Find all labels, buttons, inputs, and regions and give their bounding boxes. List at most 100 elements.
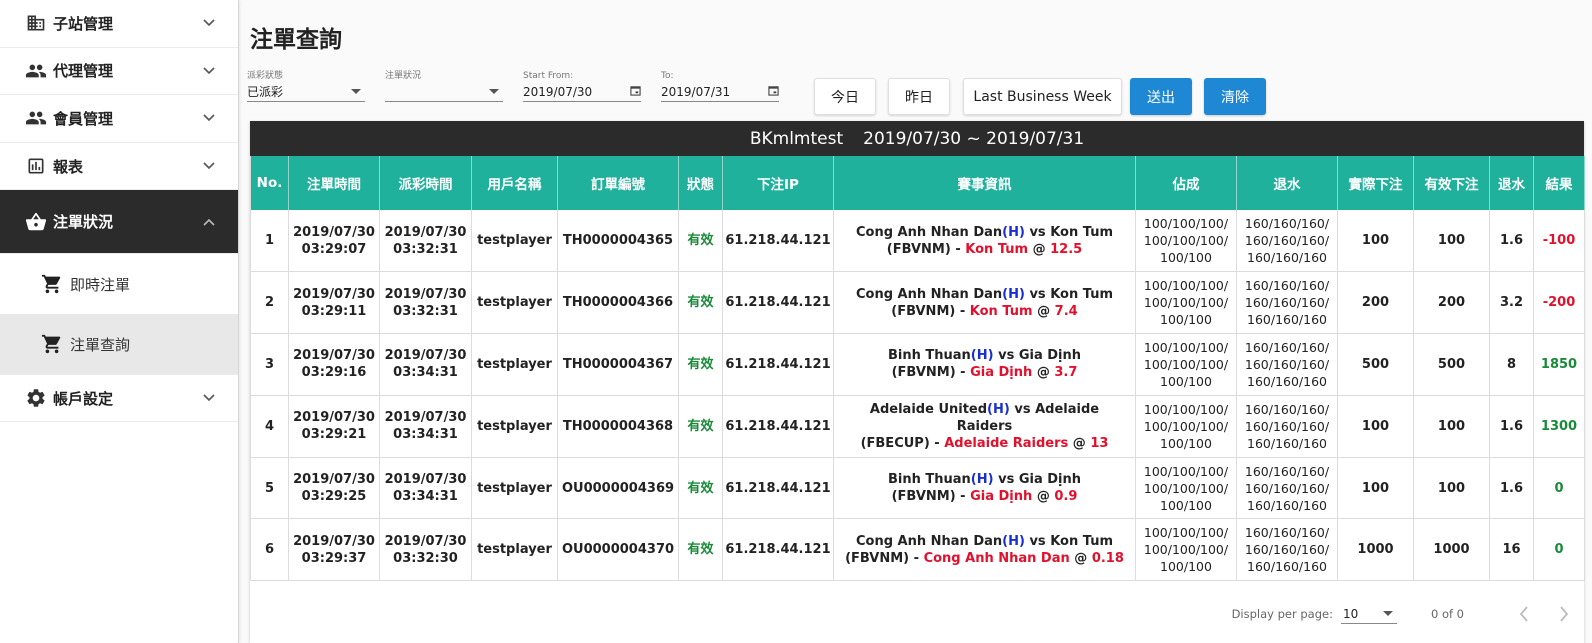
chevron-down-icon (202, 391, 216, 405)
cell-ip: 61.218.44.121 (722, 395, 834, 458)
field-label: 派彩狀態 (247, 71, 284, 81)
date-value: 2019/07/30 (523, 84, 593, 99)
prev-page-button[interactable] (1504, 606, 1544, 622)
sidebar-item-bet-query[interactable]: 注單查詢 (0, 314, 238, 375)
payout-date: 2019/07/30 (384, 348, 467, 364)
sidebar-item-reports[interactable]: 報表 (0, 143, 238, 191)
cell-bet-time: 2019/07/30 03:29:21 (288, 395, 380, 458)
table-row[interactable]: 1 2019/07/30 03:29:07 2019/07/30 03:32:31 tes… (250, 210, 1585, 273)
sidebar-item-substation[interactable]: 子站管理 (0, 0, 238, 48)
share-line: 100/100 (1160, 497, 1212, 513)
payout-time: 03:32:30 (393, 550, 458, 566)
cell-rebate-amount: 16 (1489, 518, 1534, 582)
bet-time: 03:29:07 (301, 241, 367, 257)
sidebar-item-live-bets[interactable]: 即時注單 (0, 254, 238, 314)
yesterday-button[interactable]: 昨日 (888, 78, 950, 115)
table-header-row: No. 注單時間 派彩時間 用戶名稱 訂單編號 狀態 下注IP 賽事資訊 佔成 退水 實際下注 有效下… (250, 156, 1585, 210)
per-page-select[interactable]: 10 (1340, 604, 1397, 624)
rebate-line: 160/160/160 (1247, 373, 1327, 389)
field-label: To: (661, 71, 674, 81)
share-line: 100/100/100/ (1143, 401, 1229, 417)
pick: Cong Anh Nhan Dan (923, 550, 1070, 566)
cell-no: 6 (250, 518, 289, 582)
last-business-week-button[interactable]: Last Business Week (963, 78, 1122, 115)
payout-status-select[interactable]: 派彩狀態 已派彩 (247, 70, 365, 102)
home-marker: (H) (970, 472, 994, 488)
payout-date: 2019/07/30 (384, 224, 467, 240)
calendar-icon[interactable] (630, 82, 641, 102)
cell-event-info: Cong Anh Nhan Dan(H) vs Kon Tum (FBVNM) -… (833, 271, 1136, 335)
bet-status-select[interactable]: 注單狀況 (385, 70, 503, 102)
sidebar-item-bet-status[interactable]: 注單狀況 (0, 190, 238, 255)
league: (FBVNM) - (886, 241, 961, 257)
bet-time: 03:29:25 (301, 489, 367, 505)
cell-bet-time: 2019/07/30 03:29:37 (288, 518, 380, 582)
cell-bet-time: 2019/07/30 03:29:07 (288, 210, 380, 273)
report-header: BKmlmtest 2019/07/30 ~ 2019/07/31 (250, 121, 1584, 156)
payout-date: 2019/07/30 (384, 286, 467, 302)
event-line-2: (FBVNM) - Gia Dịnh @ 0.9 (840, 488, 1129, 505)
league: (FBECUP) - (860, 435, 940, 451)
cell-rebate-rate: 160/160/160/160/160/160/160/160/160 (1236, 457, 1338, 520)
chevron-down-icon (202, 64, 216, 78)
cell-status: 有效 (678, 457, 723, 520)
event-line-1: Binh Thuan(H) vs Gia Dịnh (840, 347, 1129, 364)
sidebar-item-members[interactable]: 會員管理 (0, 95, 238, 143)
per-page-label: Display per page: (1231, 607, 1333, 621)
column-header: 有效下注 (1413, 156, 1490, 210)
people-icon (25, 60, 47, 82)
cell-ip: 61.218.44.121 (722, 210, 834, 273)
calendar-icon[interactable] (768, 82, 779, 102)
gear-icon (25, 387, 47, 409)
payout-date: 2019/07/30 (384, 472, 467, 488)
cell-share: 100/100/100/100/100/100/100/100 (1135, 457, 1237, 520)
home-team: Adelaide United (869, 401, 988, 417)
sidebar-item-account-settings[interactable]: 帳戶設定 (0, 374, 238, 422)
submit-button[interactable]: 送出 (1130, 78, 1192, 115)
cell-result: -100 (1533, 210, 1585, 273)
cell-order-id: TH0000004367 (557, 333, 679, 396)
basket-icon (25, 211, 47, 233)
end-date-field[interactable]: To: 2019/07/31 (661, 70, 779, 102)
table-row[interactable]: 4 2019/07/30 03:29:21 2019/07/30 03:34:31 tes… (250, 395, 1585, 458)
sidebar-item-agents[interactable]: 代理管理 (0, 48, 238, 96)
sidebar-item-label: 帳戶設定 (53, 389, 114, 408)
cell-order-id: OU0000004370 (557, 518, 679, 582)
rebate-line: 160/160/160 (1247, 312, 1327, 328)
table-row[interactable]: 2 2019/07/30 03:29:11 2019/07/30 03:32:31 tes… (250, 271, 1585, 335)
dropdown-arrow-icon (489, 89, 499, 94)
table-row[interactable]: 3 2019/07/30 03:29:16 2019/07/30 03:34:31 tes… (250, 333, 1585, 396)
pick: Gia Dịnh (970, 489, 1033, 505)
column-header: 下注IP (722, 156, 834, 210)
away-team: vs Kon Tum (1029, 224, 1113, 240)
home-team: Binh Thuan (887, 472, 971, 488)
table-row[interactable]: 5 2019/07/30 03:29:25 2019/07/30 03:34:31 tes… (250, 457, 1585, 520)
cell-status: 有效 (678, 333, 723, 396)
cell-payout-time: 2019/07/30 03:34:31 (379, 395, 472, 458)
start-date-field[interactable]: Start From: 2019/07/30 (523, 70, 641, 102)
bet-time: 03:29:11 (301, 303, 367, 319)
next-page-button[interactable] (1544, 606, 1584, 622)
sidebar-item-label: 注單查詢 (70, 335, 131, 354)
chevron-up-icon (202, 215, 216, 229)
cell-event-info: Binh Thuan(H) vs Gia Dịnh (FBVNM) - Gia D… (833, 457, 1136, 520)
rebate-line: 160/160/160/ (1244, 480, 1330, 496)
cell-result: -200 (1533, 271, 1585, 335)
today-button[interactable]: 今日 (814, 78, 876, 115)
table-row[interactable]: 6 2019/07/30 03:29:37 2019/07/30 03:32:30 tes… (250, 518, 1585, 582)
cell-share: 100/100/100/100/100/100/100/100 (1135, 333, 1237, 396)
clear-button[interactable]: 清除 (1204, 78, 1266, 115)
share-line: 100/100/100/ (1143, 356, 1229, 372)
dropdown-arrow-icon (1382, 611, 1393, 616)
column-header: No. (250, 156, 289, 210)
cell-order-id: TH0000004366 (557, 271, 679, 335)
home-marker: (H) (1002, 533, 1025, 549)
cell-actual-bet: 100 (1337, 395, 1414, 458)
rebate-line: 160/160/160 (1247, 435, 1327, 451)
share-line: 100/100/100/ (1143, 463, 1229, 479)
bet-date: 2019/07/30 (293, 286, 375, 302)
column-header: 退水 (1489, 156, 1534, 210)
cell-event-info: Adelaide United(H) vs Adelaide Raiders (F… (833, 395, 1136, 458)
column-header: 賽事資訊 (833, 156, 1136, 210)
share-line: 100/100 (1160, 435, 1212, 451)
